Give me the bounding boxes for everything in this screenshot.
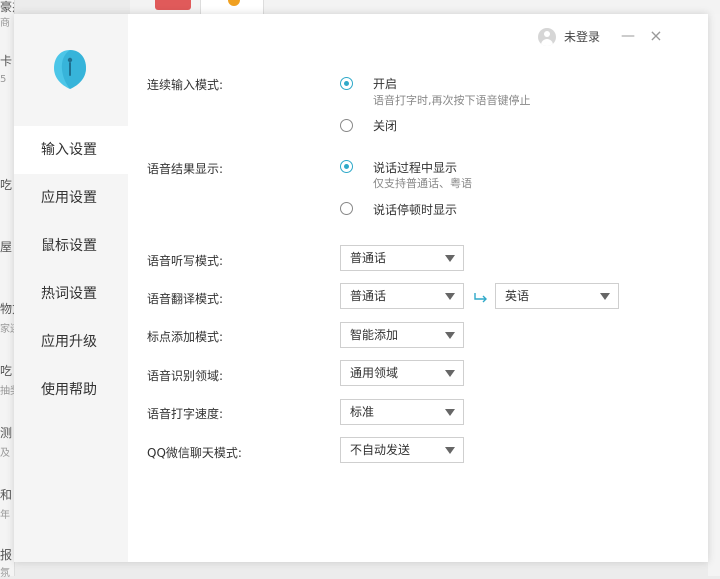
background-text: 报 xyxy=(0,548,13,562)
background-tab xyxy=(155,0,191,10)
sidebar-item-app-upgrade[interactable]: 应用升级 xyxy=(14,318,128,366)
close-button[interactable]: × xyxy=(648,26,664,46)
translate-source-select[interactable]: 普通话 xyxy=(340,283,464,309)
result-display-label: 语音结果显示: xyxy=(147,162,224,176)
background-text: 抽奖 xyxy=(0,386,14,397)
chevron-down-icon xyxy=(445,255,455,262)
continuous-off-radio[interactable] xyxy=(340,119,353,132)
dictation-mode-label: 语音听写模式: xyxy=(147,254,224,268)
login-link[interactable]: 未登录 xyxy=(564,28,600,46)
recognition-domain-label: 语音识别领域: xyxy=(147,369,224,383)
recognition-domain-select[interactable]: 通用领域 xyxy=(340,360,464,386)
background-text: 卡 xyxy=(0,54,13,68)
chat-mode-select[interactable]: 不自动发送 xyxy=(340,437,464,463)
display-during-radio[interactable] xyxy=(340,160,353,173)
sidebar-item-input-settings[interactable]: 输入设置 xyxy=(14,126,128,174)
typing-speed-value: 标准 xyxy=(350,405,375,419)
voice-input-logo-icon xyxy=(54,50,86,89)
punctuation-mode-label: 标点添加模式: xyxy=(147,330,224,344)
background-text: 家连 xyxy=(0,324,14,335)
dictation-mode-select[interactable]: 普通话 xyxy=(340,245,464,271)
background-text: 氛 xyxy=(0,568,10,579)
background-text: 吃 xyxy=(0,178,13,192)
background-text: 年 xyxy=(0,510,10,521)
typing-speed-select[interactable]: 标准 xyxy=(340,399,464,425)
dictation-mode-value: 普通话 xyxy=(350,251,387,265)
minimize-button[interactable]: — xyxy=(620,26,636,46)
background-text: 物方 xyxy=(0,302,14,316)
background-text: 屋 xyxy=(0,240,13,254)
display-pause-radio[interactable] xyxy=(340,202,353,215)
translate-source-value: 普通话 xyxy=(350,289,387,303)
chevron-down-icon xyxy=(445,409,455,416)
user-avatar-icon[interactable] xyxy=(538,28,556,46)
chevron-down-icon xyxy=(445,370,455,377)
translate-target-select[interactable]: 英语 xyxy=(495,283,619,309)
display-during-text[interactable]: 说话过程中显示 xyxy=(373,159,457,176)
titlebar: 未登录 — × xyxy=(408,14,708,60)
punctuation-mode-select[interactable]: 智能添加 xyxy=(340,322,464,348)
translate-target-value: 英语 xyxy=(505,289,530,303)
continuous-on-text[interactable]: 开启 xyxy=(373,75,397,92)
background-text: 及 xyxy=(0,448,10,459)
sidebar-item-hotword-settings[interactable]: 热词设置 xyxy=(14,270,128,318)
sidebar: 输入设置 应用设置 鼠标设置 热词设置 应用升级 使用帮助 xyxy=(14,14,128,562)
continuous-mode-label: 连续输入模式: xyxy=(147,78,224,92)
background-text: 豪杰，米... xyxy=(0,0,14,14)
background-text: 吃 xyxy=(0,364,13,378)
continuous-off-text[interactable]: 关闭 xyxy=(373,117,397,134)
sidebar-item-app-settings[interactable]: 应用设置 xyxy=(14,174,128,222)
sidebar-nav: 输入设置 应用设置 鼠标设置 热词设置 应用升级 使用帮助 xyxy=(14,126,128,414)
recognition-domain-value: 通用领域 xyxy=(350,366,399,380)
chat-mode-label: QQ微信聊天模式: xyxy=(147,446,242,460)
chat-mode-value: 不自动发送 xyxy=(350,443,411,457)
sidebar-item-mouse-settings[interactable]: 鼠标设置 xyxy=(14,222,128,270)
background-text: 和 xyxy=(0,488,13,502)
background-text: 测 xyxy=(0,426,13,440)
chevron-down-icon xyxy=(445,447,455,454)
sidebar-item-help[interactable]: 使用帮助 xyxy=(14,366,128,414)
background-app-strip-right xyxy=(708,14,720,576)
continuous-on-radio[interactable] xyxy=(340,77,353,90)
background-text: 5 xyxy=(0,74,7,85)
typing-speed-label: 语音打字速度: xyxy=(147,407,224,421)
settings-window: 输入设置 应用设置 鼠标设置 热词设置 应用升级 使用帮助 未登录 — × 连续… xyxy=(14,14,708,562)
chevron-down-icon xyxy=(445,332,455,339)
continuous-on-hint: 语音打字时,再次按下语音键停止 xyxy=(373,94,531,107)
display-during-hint: 仅支持普通话、粤语 xyxy=(373,177,472,190)
chevron-down-icon xyxy=(445,293,455,300)
background-text: 商 xyxy=(0,18,10,29)
chevron-down-icon xyxy=(600,293,610,300)
translate-mode-label: 语音翻译模式: xyxy=(147,292,224,306)
punctuation-mode-value: 智能添加 xyxy=(350,328,399,342)
translate-arrow-icon xyxy=(474,293,487,303)
display-pause-text[interactable]: 说话停顿时显示 xyxy=(373,201,457,218)
